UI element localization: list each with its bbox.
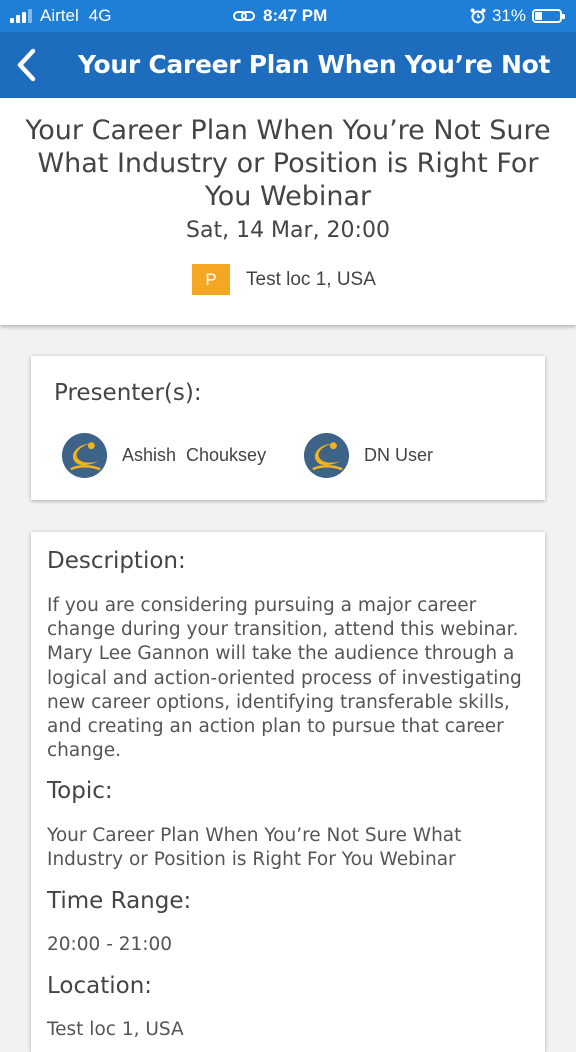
- presenter-name: DN User: [364, 445, 434, 465]
- battery-percent: 31%: [491, 6, 526, 25]
- location-heading: Location:: [47, 973, 153, 999]
- description-text: If you are considering pursuing a major …: [47, 595, 522, 762]
- presenter-item[interactable]: DN User: [303, 432, 433, 479]
- presenters-card: Presenter(s): Ashish Chouksey DN User: [31, 356, 545, 500]
- description-heading: Description:: [47, 548, 186, 574]
- back-button[interactable]: [8, 42, 44, 88]
- status-center: 8:47 PM: [233, 6, 327, 26]
- carrier-name: Airtel: [40, 6, 79, 25]
- details-card: Description: If you are considering purs…: [31, 532, 545, 1052]
- topic-text: Your Career Plan When You’re Not Sure Wh…: [47, 825, 462, 871]
- status-left: Airtel 4G: [10, 6, 111, 26]
- topic-heading: Topic:: [47, 778, 113, 804]
- avatar: [61, 432, 108, 479]
- status-bar: Airtel 4G 8:47 PM 31%: [0, 0, 576, 32]
- time-range-text: 20:00 - 21:00: [47, 934, 173, 955]
- parking-badge: P: [192, 264, 230, 295]
- nav-bar: Your Career Plan When You’re Not Su...: [0, 32, 576, 98]
- link-icon: [233, 9, 255, 23]
- nav-title: Your Career Plan When You’re Not Su...: [78, 50, 558, 79]
- event-header: Your Career Plan When You’re Not Sure Wh…: [0, 98, 576, 325]
- signal-icon: [10, 9, 32, 23]
- event-date: Sat, 14 Mar, 20:00: [186, 218, 390, 243]
- event-location: Test loc 1, USA: [246, 268, 376, 290]
- network-type: 4G: [88, 6, 112, 25]
- presenter-name: Ashish Chouksey: [122, 445, 267, 465]
- time-range-heading: Time Range:: [47, 888, 192, 914]
- battery-icon: [532, 9, 565, 23]
- status-right: 31%: [470, 6, 565, 26]
- presenter-item[interactable]: Ashish Chouksey: [61, 432, 266, 479]
- chevron-left-icon: [17, 48, 36, 82]
- clock-time: 8:47 PM: [263, 6, 328, 25]
- avatar: [303, 432, 350, 479]
- presenters-heading: Presenter(s):: [54, 380, 202, 406]
- location-text: Test loc 1, USA: [47, 1019, 184, 1040]
- event-location-row[interactable]: P Test loc 1, USA: [192, 264, 376, 295]
- alarm-icon: [470, 8, 486, 24]
- event-title: Your Career Plan When You’re Not Sure Wh…: [25, 115, 551, 212]
